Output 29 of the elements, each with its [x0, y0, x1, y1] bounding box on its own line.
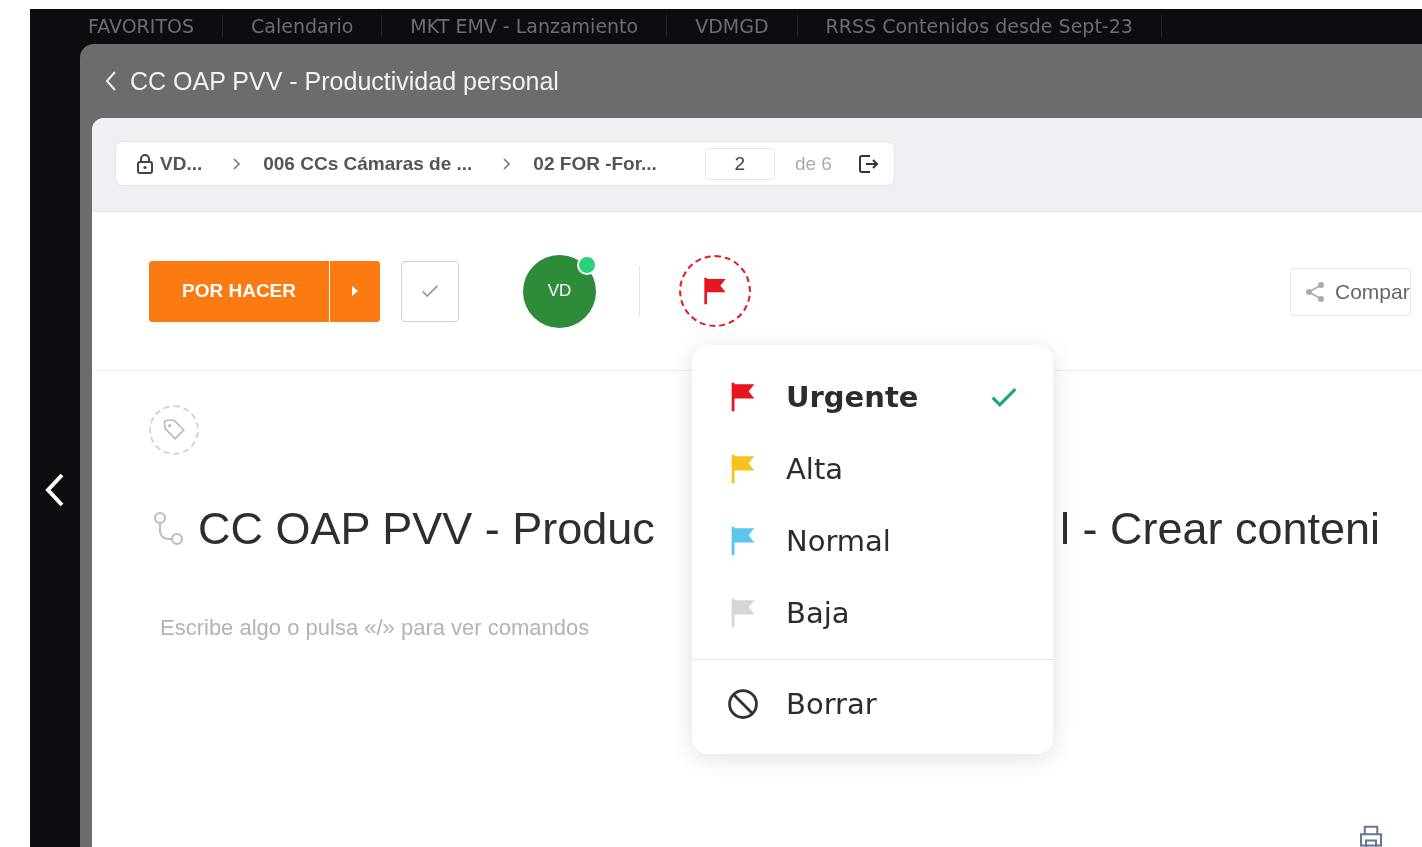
lock-icon	[136, 153, 154, 174]
page-input[interactable]: 2	[704, 147, 775, 180]
task-title: CC OAP PVV - Produc	[198, 503, 655, 555]
priority-item[interactable]: Alta	[692, 433, 1053, 505]
modal-title: CC OAP PVV - Productividad personal	[130, 66, 559, 96]
clear-priority-item[interactable]: Borrar	[692, 668, 1053, 740]
chevron-right-icon	[502, 156, 512, 171]
priority-item[interactable]: Baja	[692, 577, 1053, 649]
breadcrumb-item[interactable]: 006 CCs Cámaras de ...	[263, 152, 473, 175]
share-button[interactable]: Compar	[1290, 268, 1411, 316]
description-input[interactable]: Escribe algo o pulsa «/» para ver comandos	[160, 615, 630, 641]
share-icon	[1303, 280, 1327, 304]
background-tab[interactable]: Calendario	[223, 14, 383, 37]
background-tab[interactable]: VDMGD	[667, 14, 798, 37]
background-tab[interactable]: RRSS Contenidos desde Sept-23	[797, 14, 1162, 37]
breadcrumb-item[interactable]: 02 FOR -For...	[533, 152, 657, 175]
breadcrumb-item[interactable]: VD...	[136, 152, 203, 175]
chevron-right-icon	[232, 156, 242, 171]
priority-item[interactable]: Urgente	[692, 361, 1053, 433]
subtask-icon	[152, 511, 184, 547]
task-title: l - Crear conteni	[1060, 503, 1381, 555]
background-tab[interactable]: MKT EMV - Lanzamiento	[382, 14, 668, 37]
next-status-button[interactable]	[329, 260, 380, 322]
page-total: de 6	[794, 152, 832, 175]
background-tab[interactable]: FAVORITOS	[60, 14, 223, 37]
priority-item[interactable]: Normal	[692, 505, 1053, 577]
assignee-avatar[interactable]: VD	[523, 254, 596, 328]
caret-right-icon	[351, 285, 359, 297]
ban-icon	[726, 687, 760, 721]
